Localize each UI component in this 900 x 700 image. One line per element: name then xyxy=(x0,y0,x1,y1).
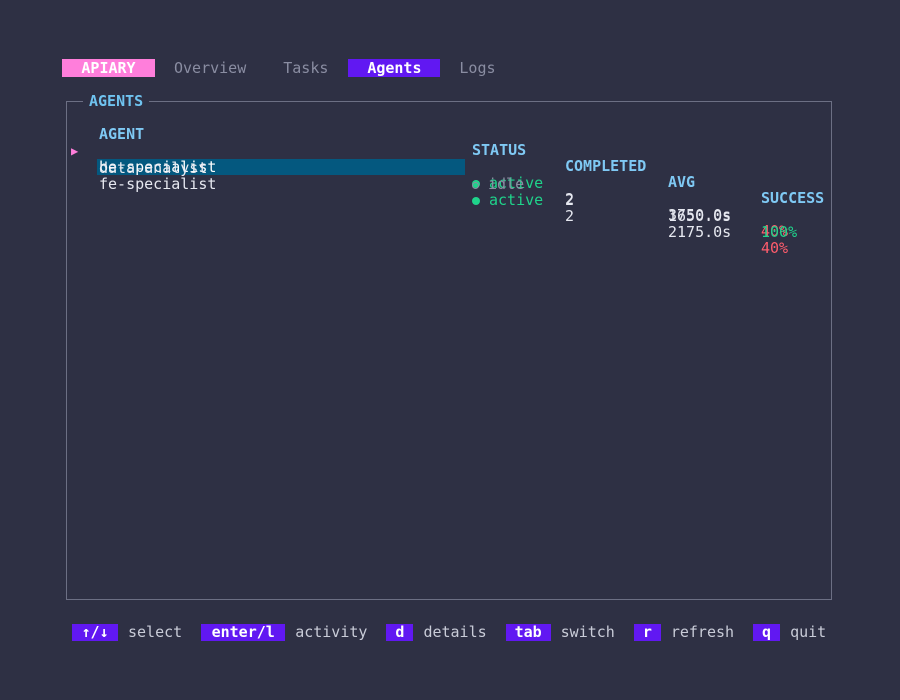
hint-description: details xyxy=(423,623,487,641)
status-idle-dot-icon xyxy=(472,182,479,189)
app-brand: APIARY xyxy=(62,59,155,77)
avg-duration: 2175.0s xyxy=(668,223,732,241)
hint-refresh: r refresh xyxy=(633,623,735,641)
completed-count: 2 xyxy=(565,207,575,225)
success-rate: 40% xyxy=(761,239,789,257)
key-r[interactable]: r xyxy=(633,623,661,641)
key-up-down[interactable]: ↑/↓ xyxy=(72,623,118,641)
hint-activity: enter/l activity xyxy=(201,623,367,641)
avg-duration: 1650.0s xyxy=(668,207,732,225)
hint-description: select xyxy=(128,623,183,641)
column-header-avg: AVG xyxy=(668,173,696,191)
key-enter-l[interactable]: enter/l xyxy=(201,623,286,641)
status-text: active xyxy=(489,191,544,209)
hint-description: switch xyxy=(560,623,615,641)
table-header: AGENT STATUS COMPLETED AVG SUCCESS xyxy=(67,110,831,206)
hint-quit: q quit xyxy=(753,623,826,641)
hint-switch: tab switch xyxy=(505,623,615,641)
key-tab[interactable]: tab xyxy=(505,623,551,641)
key-q[interactable]: q xyxy=(753,623,781,641)
tab-tasks[interactable]: Tasks xyxy=(283,59,328,77)
hint-description: quit xyxy=(790,623,827,641)
tab-agents[interactable]: Agents xyxy=(348,59,441,77)
agent-name: fe-specialist xyxy=(99,175,217,193)
success-rate: 100% xyxy=(761,223,798,241)
agents-panel: AGENTS AGENT STATUS COMPLETED AVG SUCCES… xyxy=(66,93,832,600)
hint-details: d details xyxy=(386,623,487,641)
table-row[interactable]: data-analyst idle 2 1650.0s 100% xyxy=(67,144,831,240)
column-header-success: SUCCESS xyxy=(761,189,825,207)
tab-bar: APIARY Overview Tasks Agents Logs xyxy=(62,59,496,77)
table-row[interactable]: fe-specialist active 2 2175.0s 40% xyxy=(67,160,831,256)
panel-title: AGENTS xyxy=(83,93,150,110)
hint-description: refresh xyxy=(670,623,735,641)
completed-count: 2 xyxy=(565,191,575,209)
table-row[interactable]: ▶ be-specialist active 2 3750.0s 40% xyxy=(67,127,831,239)
key-hints-bar: ↑/↓ select enter/l activity d details ta… xyxy=(72,623,826,641)
hint-description: activity xyxy=(295,623,368,641)
status-cell: active xyxy=(472,192,543,208)
tab-overview[interactable]: Overview xyxy=(174,59,246,77)
key-d[interactable]: d xyxy=(386,623,414,641)
status-active-dot-icon xyxy=(472,197,480,205)
hint-select: ↑/↓ select xyxy=(72,623,182,641)
tab-logs[interactable]: Logs xyxy=(459,59,495,77)
status-cell: idle xyxy=(472,176,524,192)
